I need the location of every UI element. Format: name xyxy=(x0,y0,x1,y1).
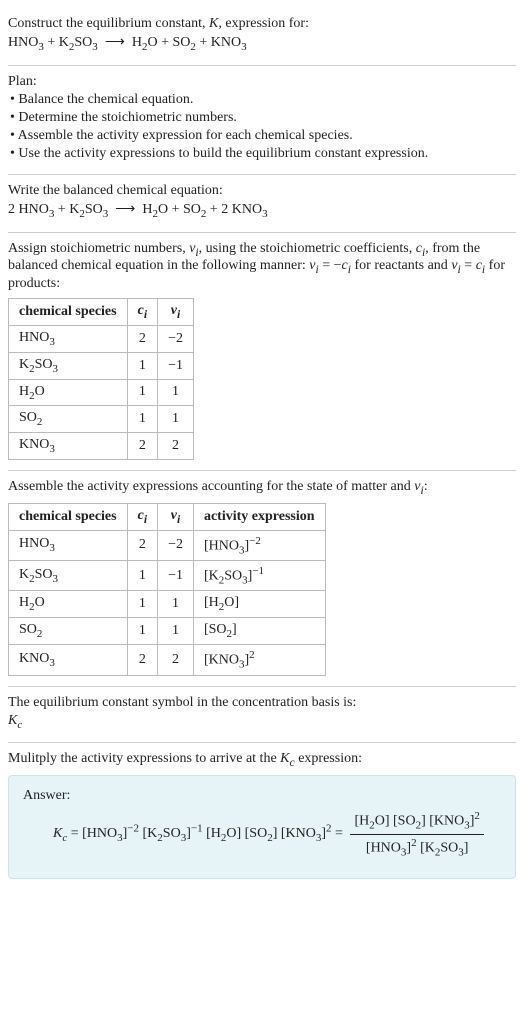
cell-activity: [SO2] xyxy=(193,618,325,645)
answer-frac-num: [H2O] [SO2] [KNO3]2 xyxy=(350,810,483,834)
cell-vi: 1 xyxy=(158,618,194,645)
col-species: chemical species xyxy=(9,299,128,326)
col-ci: ci xyxy=(127,299,157,326)
cell-species: SO2 xyxy=(9,406,128,433)
answer-box: Answer: Kc = [HNO3]−2 [K2SO3]−1 [H2O] [S… xyxy=(8,775,516,879)
table-row: KNO3 2 2 [KNO3]2 xyxy=(9,645,326,675)
balanced-heading: Write the balanced chemical equation: xyxy=(8,183,516,199)
intro-section: Construct the equilibrium constant, K, e… xyxy=(8,8,516,65)
col-activity: activity expression xyxy=(193,503,325,530)
cell-activity: [KNO3]2 xyxy=(193,645,325,675)
cell-ci: 1 xyxy=(127,618,157,645)
plan-heading: Plan: xyxy=(8,74,516,90)
cell-species: KNO3 xyxy=(9,433,128,460)
plan-item: • Determine the stoichiometric numbers. xyxy=(8,110,516,126)
intro-equation: HNO3 + K2SO3 ⟶ H2O + SO2 + KNO3 xyxy=(8,34,516,53)
cell-activity: [K2SO3]−1 xyxy=(193,561,325,591)
cell-ci: 2 xyxy=(127,530,157,560)
cell-vi: 1 xyxy=(158,591,194,618)
cell-vi: −2 xyxy=(158,325,194,352)
symbol-line1: The equilibrium constant symbol in the c… xyxy=(8,695,516,711)
symbol-line2: Kc xyxy=(8,713,516,731)
cell-ci: 1 xyxy=(127,591,157,618)
cell-species: HNO3 xyxy=(9,530,128,560)
col-ci: ci xyxy=(127,503,157,530)
balanced-equation: 2 HNO3 + K2SO3 ⟶ H2O + SO2 + 2 KNO3 xyxy=(8,201,516,220)
balanced-section: Write the balanced chemical equation: 2 … xyxy=(8,174,516,232)
activity-intro: Assemble the activity expressions accoun… xyxy=(8,479,516,497)
table-row: HNO3 2 −2 [HNO3]−2 xyxy=(9,530,326,560)
cell-ci: 2 xyxy=(127,325,157,352)
multiply-section: Mulitply the activity expressions to arr… xyxy=(8,742,516,889)
answer-frac-den: [HNO3]2 [K2SO3] xyxy=(350,835,483,858)
table-row: H2O 1 1 xyxy=(9,379,194,406)
plan-item: • Balance the chemical equation. xyxy=(8,92,516,108)
cell-species: K2SO3 xyxy=(9,561,128,591)
table-row: SO2 1 1 xyxy=(9,406,194,433)
cell-species: K2SO3 xyxy=(9,352,128,379)
plan-item: • Assemble the activity expression for e… xyxy=(8,128,516,144)
cell-vi: 1 xyxy=(158,379,194,406)
answer-label: Answer: xyxy=(23,788,501,804)
cell-vi: −1 xyxy=(158,352,194,379)
symbol-section: The equilibrium constant symbol in the c… xyxy=(8,686,516,743)
plan-item: • Use the activity expressions to build … xyxy=(8,146,516,162)
table-row: H2O 1 1 [H2O] xyxy=(9,591,326,618)
cell-vi: −1 xyxy=(158,561,194,591)
cell-species: H2O xyxy=(9,379,128,406)
stoich-intro: Assign stoichiometric numbers, νi, using… xyxy=(8,241,516,293)
table-row: KNO3 2 2 xyxy=(9,433,194,460)
table-row: SO2 1 1 [SO2] xyxy=(9,618,326,645)
cell-activity: [H2O] xyxy=(193,591,325,618)
activity-section: Assemble the activity expressions accoun… xyxy=(8,470,516,686)
cell-ci: 2 xyxy=(127,433,157,460)
cell-ci: 1 xyxy=(127,406,157,433)
activity-table: chemical species ci νi activity expressi… xyxy=(8,503,326,676)
col-species: chemical species xyxy=(9,503,128,530)
table-row: HNO3 2 −2 xyxy=(9,325,194,352)
cell-activity: [HNO3]−2 xyxy=(193,530,325,560)
cell-species: KNO3 xyxy=(9,645,128,675)
table-row: K2SO3 1 −1 xyxy=(9,352,194,379)
plan-section: Plan: • Balance the chemical equation. •… xyxy=(8,65,516,174)
answer-equation: Kc = [HNO3]−2 [K2SO3]−1 [H2O] [SO2] [KNO… xyxy=(23,810,501,858)
stoich-section: Assign stoichiometric numbers, νi, using… xyxy=(8,232,516,470)
cell-vi: 2 xyxy=(158,433,194,460)
cell-species: H2O xyxy=(9,591,128,618)
intro-lead: Construct the equilibrium constant, K, e… xyxy=(8,16,516,32)
table-row: K2SO3 1 −1 [K2SO3]−1 xyxy=(9,561,326,591)
cell-species: HNO3 xyxy=(9,325,128,352)
multiply-heading: Mulitply the activity expressions to arr… xyxy=(8,751,516,769)
cell-vi: −2 xyxy=(158,530,194,560)
col-vi: νi xyxy=(158,503,194,530)
stoich-table: chemical species ci νi HNO3 2 −2 K2SO3 1… xyxy=(8,298,194,460)
cell-vi: 2 xyxy=(158,645,194,675)
cell-ci: 1 xyxy=(127,352,157,379)
cell-ci: 1 xyxy=(127,561,157,591)
table-header-row: chemical species ci νi xyxy=(9,299,194,326)
cell-ci: 1 xyxy=(127,379,157,406)
answer-fraction: [H2O] [SO2] [KNO3]2 [HNO3]2 [K2SO3] xyxy=(350,810,483,858)
cell-species: SO2 xyxy=(9,618,128,645)
table-header-row: chemical species ci νi activity expressi… xyxy=(9,503,326,530)
cell-vi: 1 xyxy=(158,406,194,433)
col-vi: νi xyxy=(158,299,194,326)
cell-ci: 2 xyxy=(127,645,157,675)
